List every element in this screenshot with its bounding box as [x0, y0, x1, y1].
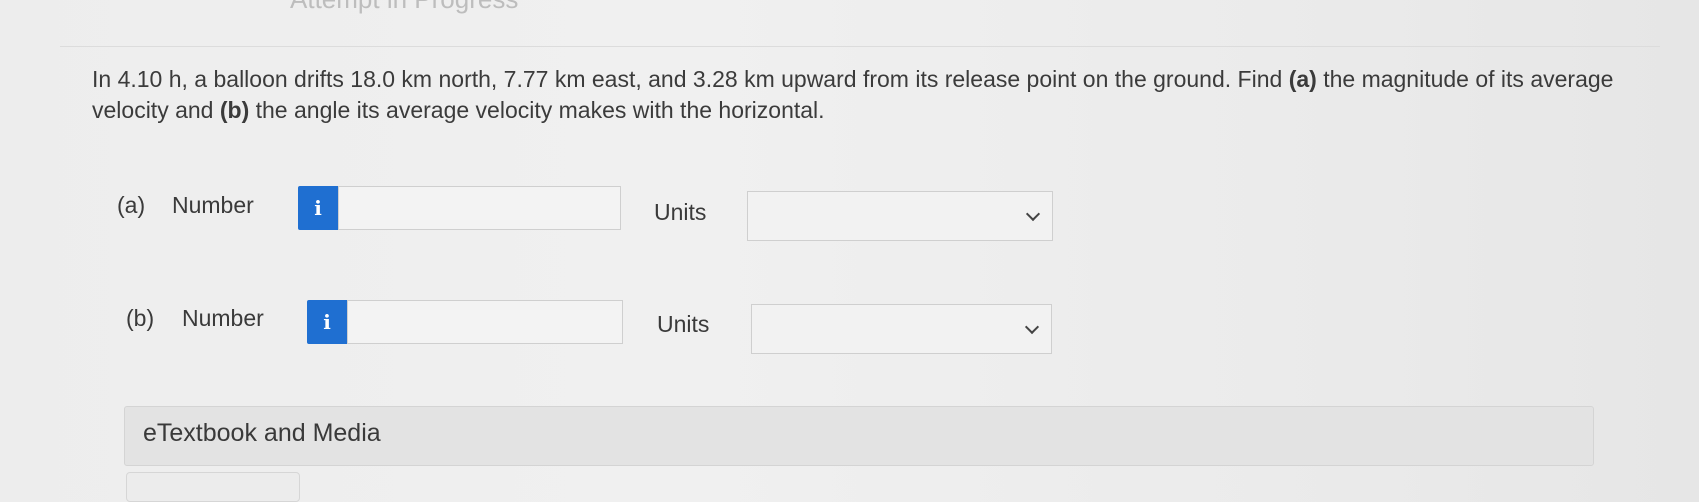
question-text-end: the angle its average velocity makes wit…: [249, 97, 825, 123]
page-header-title: Attempt in Progress: [290, 0, 518, 15]
question-part-a-label: (a): [1288, 66, 1317, 92]
question-text-intro: In 4.10 h, a balloon drifts 18.0 km nort…: [92, 66, 1289, 92]
part-b-number-label: Number: [182, 305, 264, 331]
question-text: In 4.10 h, a balloon drifts 18.0 km nort…: [92, 64, 1652, 126]
part-a-label: (a): [117, 192, 146, 218]
part-b-units-label: Units: [657, 311, 710, 337]
part-a-number-label: Number: [172, 192, 254, 218]
part-b-number-input[interactable]: [347, 300, 623, 344]
part-a-number-input[interactable]: [338, 186, 621, 230]
part-a-units-label: Units: [654, 199, 707, 225]
info-icon[interactable]: i: [307, 300, 347, 344]
chevron-down-icon: [1025, 206, 1041, 222]
chevron-down-icon: [1024, 319, 1040, 335]
bottom-tab[interactable]: [126, 472, 300, 502]
info-icon[interactable]: i: [298, 186, 338, 230]
part-b-label: (b): [126, 305, 155, 331]
question-part-b-label: (b): [219, 97, 250, 123]
divider: [60, 46, 1660, 47]
etextbook-and-media-section[interactable]: eTextbook and Media: [124, 406, 1594, 466]
top-strip: Attempt in Progress: [0, 0, 1699, 15]
etextbook-and-media-label: eTextbook and Media: [143, 419, 381, 447]
part-a-units-select[interactable]: [747, 191, 1053, 241]
part-b-units-select[interactable]: [751, 304, 1052, 354]
